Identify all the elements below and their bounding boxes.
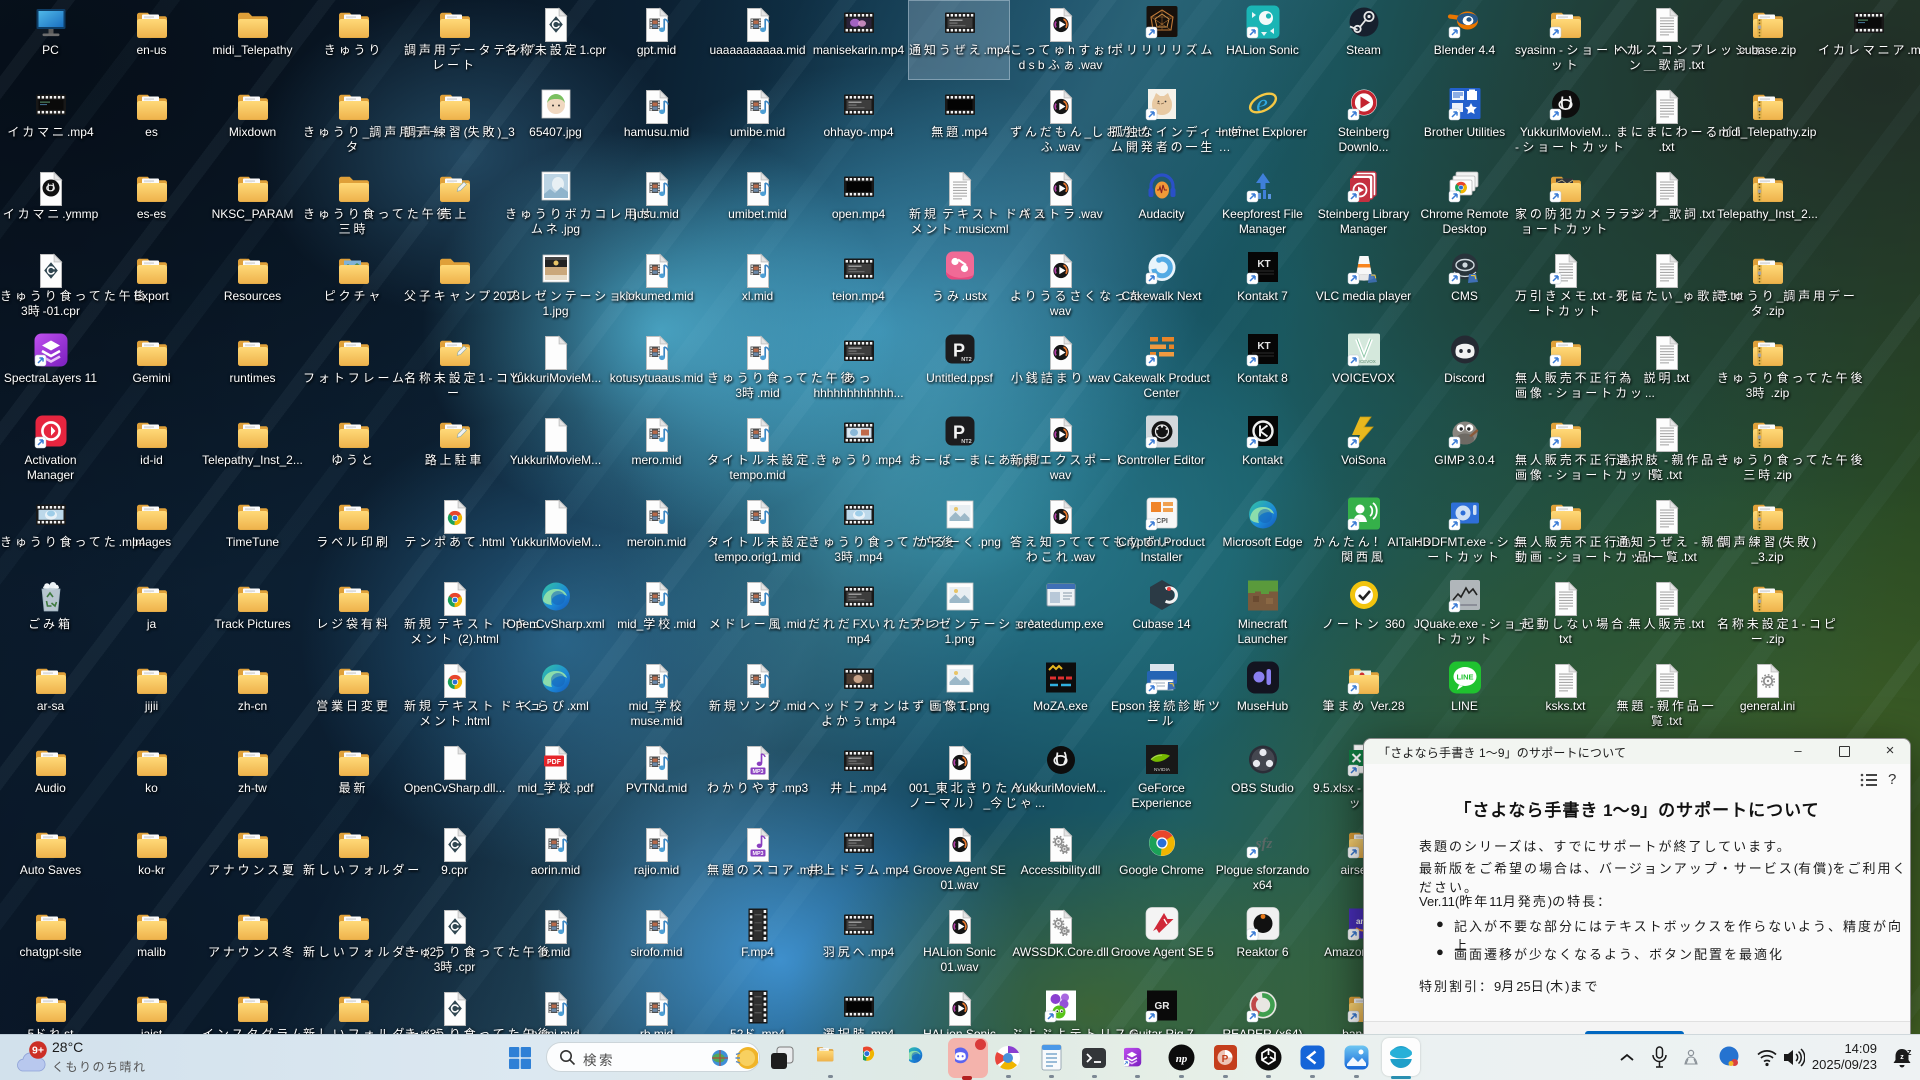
svg-text:np: np — [1176, 1053, 1188, 1065]
svg-text:P: P — [1222, 1054, 1229, 1065]
svg-text:z: z — [1900, 1054, 1904, 1061]
svg-text:z: z — [1907, 1047, 1912, 1057]
svg-text:9+: 9+ — [32, 1045, 44, 1057]
